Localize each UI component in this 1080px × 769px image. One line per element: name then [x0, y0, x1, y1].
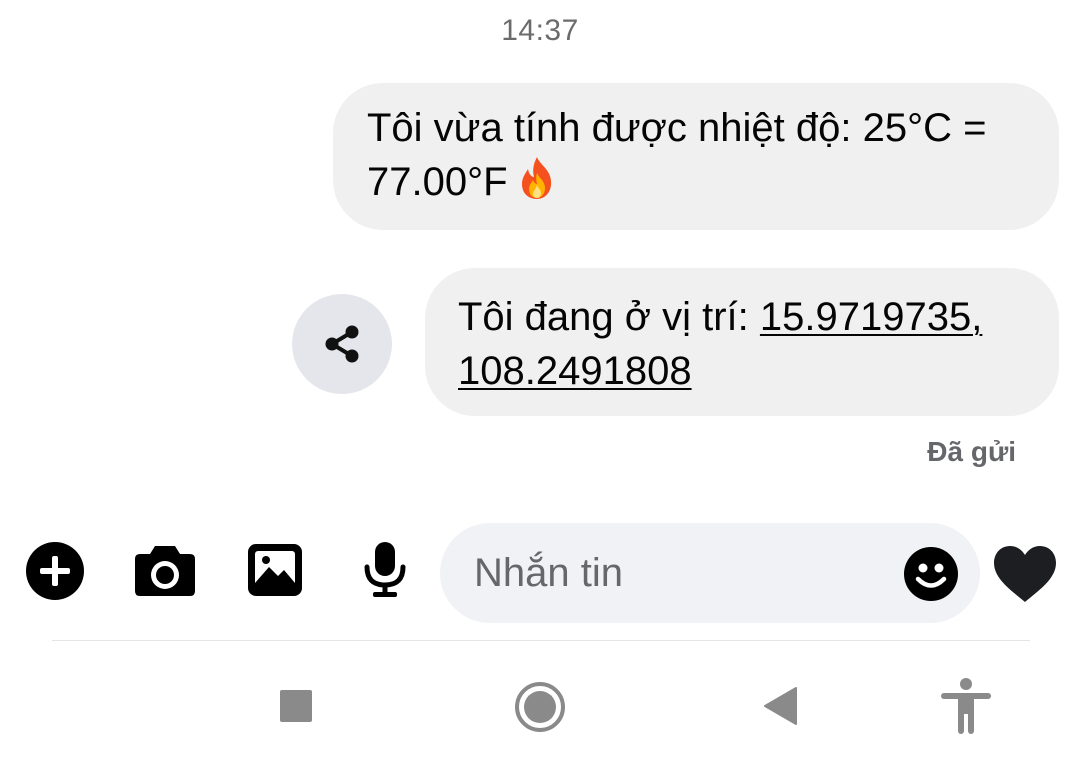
- fire-icon: [514, 155, 560, 201]
- microphone-icon: [364, 542, 406, 597]
- image-icon: [248, 544, 302, 596]
- emoji-icon: [904, 547, 958, 601]
- accessibility-button[interactable]: [938, 676, 994, 736]
- heart-button[interactable]: [990, 543, 1060, 605]
- divider: [52, 640, 1030, 641]
- plus-icon: [26, 542, 84, 600]
- heart-icon: [994, 546, 1056, 602]
- location-prefix: Tôi đang ở vị trí:: [458, 295, 760, 339]
- message-input[interactable]: [474, 545, 884, 601]
- recents-button[interactable]: [276, 686, 316, 726]
- home-button[interactable]: [512, 679, 568, 735]
- back-button[interactable]: [760, 684, 800, 728]
- camera-button[interactable]: [134, 542, 196, 598]
- back-triangle-icon: [764, 687, 797, 725]
- home-circle-icon: [515, 682, 565, 732]
- share-button[interactable]: [292, 294, 392, 394]
- message-text: Tôi vừa tính được nhiệt độ: 25°C = 77.00…: [367, 106, 987, 204]
- message-bubble-location: Tôi đang ở vị trí: 15.9719735, 108.24918…: [425, 268, 1059, 416]
- accessibility-icon: [941, 678, 991, 734]
- emoji-button[interactable]: [903, 546, 959, 602]
- recents-square-icon: [280, 690, 312, 722]
- image-button[interactable]: [246, 542, 304, 598]
- message-bubble-temperature[interactable]: Tôi vừa tính được nhiệt độ: 25°C = 77.00…: [333, 83, 1059, 230]
- camera-icon: [135, 546, 195, 596]
- plus-button[interactable]: [24, 540, 86, 602]
- message-composer[interactable]: [440, 523, 980, 623]
- message-timestamp: 14:37: [501, 14, 579, 47]
- microphone-button[interactable]: [360, 540, 410, 600]
- share-icon: [325, 325, 359, 363]
- message-status: Đã gửi: [927, 436, 1016, 467]
